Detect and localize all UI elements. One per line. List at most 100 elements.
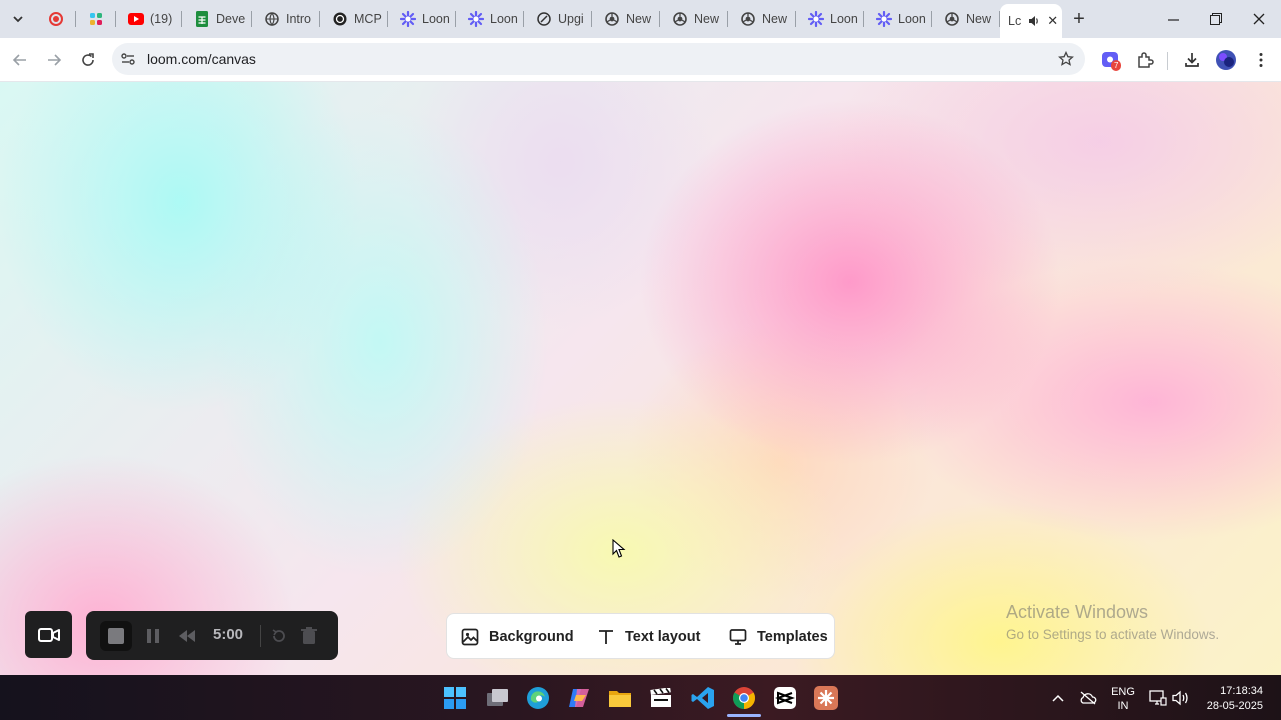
tab-item[interactable]: New xyxy=(592,0,660,38)
start-button[interactable] xyxy=(442,685,468,711)
taskbar-vscode[interactable] xyxy=(690,685,716,711)
rewind-button[interactable] xyxy=(177,627,197,645)
chrome-icon xyxy=(740,11,756,27)
pause-button[interactable] xyxy=(144,627,162,645)
tab-item[interactable]: MCP xyxy=(320,0,388,38)
tab-item[interactable]: Intro xyxy=(252,0,320,38)
profile-avatar-button[interactable] xyxy=(1212,46,1240,74)
bookmark-star-icon[interactable] xyxy=(1058,51,1074,67)
slack-icon xyxy=(88,11,104,27)
restore-button[interactable] xyxy=(1195,0,1237,38)
tab-title: Loon xyxy=(898,12,926,26)
extension-loom-button[interactable]: 7 xyxy=(1097,46,1125,74)
downloads-button[interactable] xyxy=(1178,46,1206,74)
recording-controls: 5:00 xyxy=(86,611,338,660)
tab-item[interactable]: Loon xyxy=(796,0,864,38)
language-region: IN xyxy=(1117,700,1129,712)
network-status[interactable] xyxy=(1148,675,1168,720)
address-bar[interactable]: loom.com/canvas xyxy=(112,43,1085,75)
taskbar-capcut[interactable] xyxy=(772,685,798,711)
system-clock[interactable]: 17:18:34 28-05-2025 xyxy=(1203,684,1263,714)
clock-date: 28-05-2025 xyxy=(1206,700,1263,712)
tab-list: (19) Deve Intro MCP Loon Loon Upgi New New New Loo… xyxy=(36,0,1000,38)
chrome-icon xyxy=(604,11,620,27)
sheets-icon xyxy=(194,11,210,27)
avatar xyxy=(1216,50,1236,70)
camera-toggle-button[interactable] xyxy=(25,611,72,658)
close-icon xyxy=(1253,13,1265,25)
tab-item[interactable]: Upgi xyxy=(524,0,592,38)
back-button[interactable] xyxy=(6,46,34,74)
taskbar-edge[interactable] xyxy=(525,685,551,711)
reload-icon xyxy=(82,53,94,66)
record-icon xyxy=(48,11,64,27)
forward-button[interactable] xyxy=(40,46,68,74)
minimize-button[interactable] xyxy=(1152,0,1194,38)
tab-item[interactable]: (19) xyxy=(116,0,182,38)
taskbar-copilot[interactable] xyxy=(566,685,592,711)
new-tab-button[interactable]: + xyxy=(1062,0,1096,38)
site-settings-icon[interactable] xyxy=(120,51,136,67)
chrome-icon xyxy=(672,11,688,27)
tab-item[interactable]: New xyxy=(660,0,728,38)
edge-icon xyxy=(527,687,549,709)
toolbar-divider xyxy=(1167,52,1168,70)
download-icon xyxy=(1185,53,1199,67)
restart-button[interactable] xyxy=(269,626,289,646)
extensions-button[interactable] xyxy=(1131,46,1159,74)
rewind-icon xyxy=(179,630,195,642)
tab-item[interactable]: Loon xyxy=(388,0,456,38)
windows-taskbar: ENG IN 17:18:34 28-05-2025 xyxy=(0,675,1281,720)
tab-item[interactable]: Loon xyxy=(456,0,524,38)
taskbar-clapper-app[interactable] xyxy=(648,685,674,711)
task-view-button[interactable] xyxy=(485,685,511,711)
vscode-icon xyxy=(691,687,714,709)
chrome-icon xyxy=(733,687,755,709)
cloud-off-icon xyxy=(1080,691,1097,704)
tab-item[interactable]: Loon xyxy=(864,0,932,38)
tab-item[interactable] xyxy=(36,0,76,38)
tab-item[interactable]: New xyxy=(728,0,796,38)
templates-button[interactable]: Templates xyxy=(729,614,828,660)
background-button[interactable]: Background xyxy=(461,614,574,660)
openai-icon xyxy=(332,11,348,27)
browser-toolbar: loom.com/canvas 7 xyxy=(0,38,1281,82)
copilot-icon xyxy=(569,689,589,707)
tab-item[interactable] xyxy=(76,0,116,38)
tab-item[interactable]: Deve xyxy=(182,0,252,38)
browser-menu-button[interactable] xyxy=(1247,46,1275,74)
more-vert-icon xyxy=(1259,53,1263,67)
loom-icon xyxy=(808,11,824,27)
stop-icon xyxy=(108,628,124,644)
tray-overflow-button[interactable] xyxy=(1048,675,1068,720)
text-layout-button[interactable]: Text layout xyxy=(597,614,700,660)
tab-title: Deve xyxy=(216,12,246,26)
taskbar-claude[interactable] xyxy=(813,685,839,711)
tab-search-button[interactable] xyxy=(0,0,36,38)
loom-canvas[interactable]: 5:00 Background Text layout Templates Ac… xyxy=(0,82,1281,675)
tab-title: MCP xyxy=(354,12,382,26)
reload-button[interactable] xyxy=(74,46,102,74)
tab-active-loom[interactable]: Lc ✕ xyxy=(1000,4,1062,38)
language-indicator[interactable]: ENG IN xyxy=(1110,685,1136,713)
taskbar-file-explorer[interactable] xyxy=(607,685,633,711)
claude-icon xyxy=(814,686,838,710)
close-tab-icon[interactable]: ✕ xyxy=(1047,13,1058,29)
onedrive-status[interactable] xyxy=(1077,675,1099,720)
minimize-icon xyxy=(1167,18,1179,21)
active-app-indicator xyxy=(727,714,761,717)
stop-button[interactable] xyxy=(100,621,132,651)
delete-button[interactable] xyxy=(299,626,319,646)
chevron-down-icon xyxy=(13,16,23,23)
recording-timer: 5:00 xyxy=(213,626,244,643)
image-icon xyxy=(461,628,479,646)
volume-status[interactable] xyxy=(1171,675,1191,720)
taskbar-chrome[interactable] xyxy=(727,685,761,717)
mouse-cursor-icon xyxy=(612,539,626,558)
pause-icon xyxy=(147,629,159,643)
tab-item[interactable]: New xyxy=(932,0,1000,38)
loom-icon xyxy=(876,11,892,27)
close-window-button[interactable] xyxy=(1238,0,1280,38)
globe-icon xyxy=(264,11,280,27)
tab-title: Loon xyxy=(830,12,858,26)
